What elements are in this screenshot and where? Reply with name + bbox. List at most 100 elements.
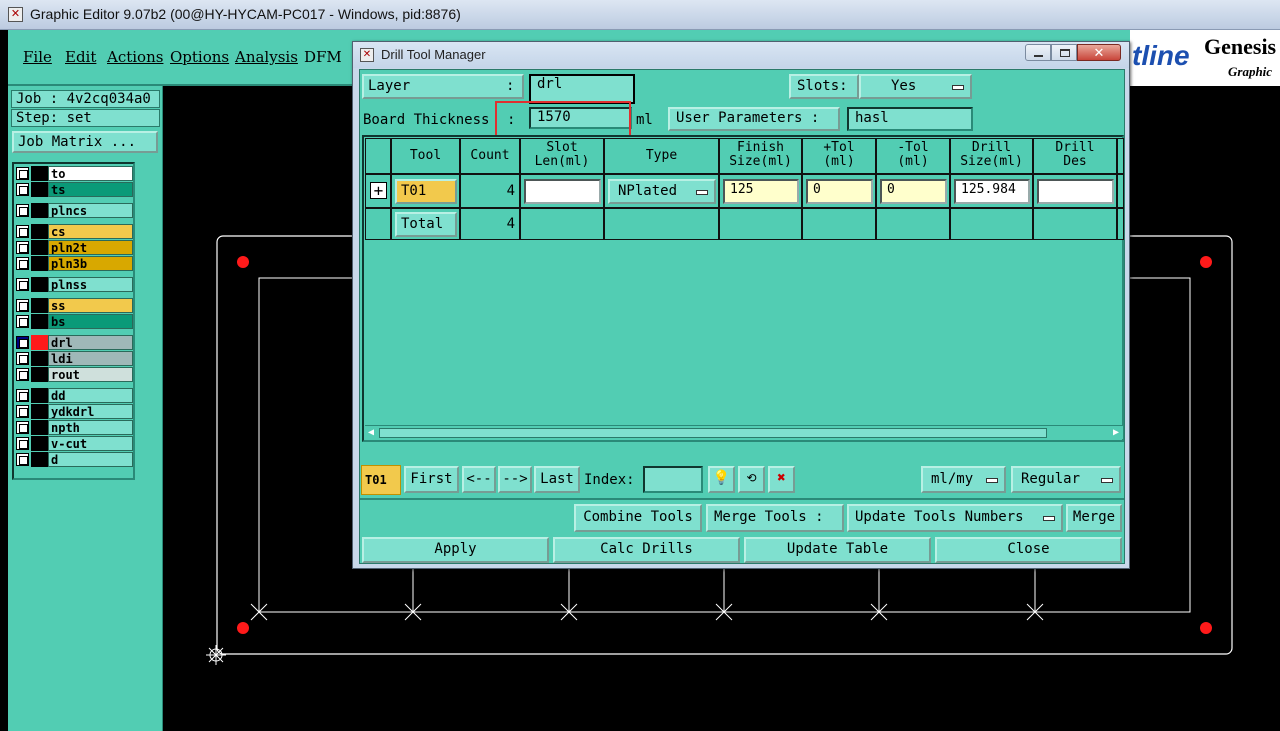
layer-checkbox[interactable] (16, 315, 29, 328)
layer-checkbox[interactable] (16, 183, 29, 196)
menu-file[interactable]: File (23, 48, 52, 66)
layer-row-npth[interactable]: npth (16, 420, 133, 435)
layer-row-dd[interactable]: dd (16, 388, 133, 403)
menu-options[interactable]: Options (170, 48, 229, 66)
layer-checkbox[interactable] (16, 241, 29, 254)
calc-drills-button[interactable]: Calc Drills (553, 537, 740, 563)
update-tools-numbers-dropdown[interactable]: Update Tools Numbers (847, 504, 1063, 532)
layer-name[interactable]: bs (48, 314, 133, 329)
layer-name[interactable]: drl (48, 335, 133, 350)
layer-color-swatch[interactable] (31, 182, 48, 197)
delete-icon[interactable]: ✖ (768, 466, 795, 493)
layer-checkbox[interactable] (16, 453, 29, 466)
units-dropdown[interactable]: ml/my (921, 466, 1006, 493)
layer-name[interactable]: plnss (48, 277, 133, 292)
apply-button[interactable]: Apply (362, 537, 549, 563)
user-parameters-button[interactable]: User Parameters : (668, 107, 840, 131)
layer-color-swatch[interactable] (31, 404, 48, 419)
layer-checkbox[interactable] (16, 278, 29, 291)
layer-row-plncs[interactable]: plncs (16, 203, 133, 218)
layer-name[interactable]: d (48, 452, 133, 467)
layer-color-swatch[interactable] (31, 452, 48, 467)
layer-checkbox[interactable] (16, 204, 29, 217)
layer-row-ldi[interactable]: ldi (16, 351, 133, 366)
layer-name[interactable]: pln3b (48, 256, 133, 271)
layer-row-d[interactable]: d (16, 452, 133, 467)
last-button[interactable]: Last (534, 466, 580, 493)
prev-button[interactable]: <-- (462, 466, 496, 493)
layer-checkbox[interactable] (16, 257, 29, 270)
layer-checkbox[interactable] (16, 368, 29, 381)
lightbulb-icon[interactable]: 💡 (708, 466, 735, 493)
layer-color-swatch[interactable] (31, 420, 48, 435)
scroll-left-icon[interactable]: ◀ (365, 427, 377, 439)
layer-checkbox[interactable] (16, 437, 29, 450)
slots-dropdown[interactable]: Yes (859, 74, 972, 99)
layer-name[interactable]: cs (48, 224, 133, 239)
close-window-button[interactable]: ✕ (1077, 44, 1121, 61)
layer-checkbox[interactable] (16, 352, 29, 365)
layer-color-swatch[interactable] (31, 256, 48, 271)
layer-color-swatch[interactable] (31, 367, 48, 382)
minimize-button[interactable] (1025, 44, 1051, 61)
layer-color-swatch[interactable] (31, 436, 48, 451)
layer-row-plnss[interactable]: plnss (16, 277, 133, 292)
layer-name[interactable]: v-cut (48, 436, 133, 451)
plus-tol-input[interactable]: 0 (806, 179, 873, 204)
horizontal-scrollbar[interactable]: ◀ ▶ (365, 425, 1123, 439)
layer-row-ts[interactable]: ts (16, 182, 133, 197)
layer-color-swatch[interactable] (31, 166, 48, 181)
layer-row-pln3b[interactable]: pln3b (16, 256, 133, 271)
layer-checkbox[interactable] (16, 299, 29, 312)
menu-analysis[interactable]: Analysis (235, 48, 298, 66)
layer-color-swatch[interactable] (31, 240, 48, 255)
layer-name[interactable]: ss (48, 298, 133, 313)
layer-row-cs[interactable]: cs (16, 224, 133, 239)
layer-checkbox[interactable] (16, 336, 29, 349)
minus-tol-input[interactable]: 0 (880, 179, 947, 204)
layer-color-swatch[interactable] (31, 388, 48, 403)
scroll-right-icon[interactable]: ▶ (1110, 427, 1122, 439)
merge-button[interactable]: Merge (1066, 504, 1122, 532)
layer-checkbox[interactable] (16, 421, 29, 434)
index-input[interactable] (643, 466, 703, 493)
combine-tools-button[interactable]: Combine Tools (574, 504, 702, 532)
finish-size-input[interactable]: 125 (723, 179, 799, 204)
layer-row-ydkdrl[interactable]: ydkdrl (16, 404, 133, 419)
user-parameters-field[interactable]: hasl (847, 107, 973, 131)
mode-dropdown[interactable]: Regular (1011, 466, 1121, 493)
layer-name[interactable]: dd (48, 388, 133, 403)
scrollbar-thumb[interactable] (379, 428, 1047, 438)
layer-name[interactable]: ts (48, 182, 133, 197)
layer-row-v-cut[interactable]: v-cut (16, 436, 133, 451)
layer-name[interactable]: rout (48, 367, 133, 382)
layer-checkbox[interactable] (16, 225, 29, 238)
layer-row-ss[interactable]: ss (16, 298, 133, 313)
slot-len-input[interactable] (524, 179, 601, 204)
layer-row-bs[interactable]: bs (16, 314, 133, 329)
next-button[interactable]: --> (498, 466, 532, 493)
menu-dfm[interactable]: DFM (304, 48, 342, 66)
layer-name[interactable]: plncs (48, 203, 133, 218)
total-button[interactable]: Total (395, 212, 457, 237)
layer-color-swatch[interactable] (31, 298, 48, 313)
menu-actions[interactable]: Actions (107, 48, 163, 66)
layer-name[interactable]: npth (48, 420, 133, 435)
layer-name[interactable]: ydkdrl (48, 404, 133, 419)
layer-name[interactable]: to (48, 166, 133, 181)
type-dropdown[interactable]: NPlated (608, 179, 716, 204)
first-button[interactable]: First (404, 466, 459, 493)
layer-row-rout[interactable]: rout (16, 367, 133, 382)
job-matrix-button[interactable]: Job Matrix ... (12, 131, 158, 153)
layer-color-swatch[interactable] (31, 314, 48, 329)
layer-row-pln2t[interactable]: pln2t (16, 240, 133, 255)
layer-row-to[interactable]: to (16, 166, 133, 181)
layer-checkbox[interactable] (16, 389, 29, 402)
update-table-button[interactable]: Update Table (744, 537, 931, 563)
layer-color-swatch[interactable] (31, 224, 48, 239)
refresh-icon[interactable]: ⟲ (738, 466, 765, 493)
layer-color-swatch[interactable] (31, 277, 48, 292)
layer-checkbox[interactable] (16, 405, 29, 418)
layer-color-swatch[interactable] (31, 335, 48, 350)
maximize-button[interactable] (1051, 44, 1077, 61)
